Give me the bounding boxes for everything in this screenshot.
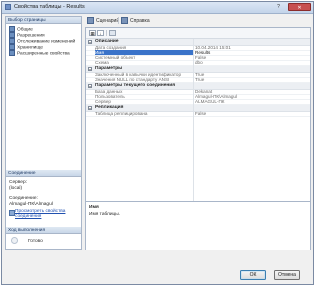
toolbar-divider (118, 17, 119, 24)
properties-dialog: Свойства таблицы - Results ? ✕ Выбор стр… (1, 1, 314, 285)
script-button[interactable]: Сценарий ▼ (87, 17, 125, 25)
title-bar[interactable]: Свойства таблицы - Results ? ✕ (2, 2, 313, 14)
sidebar-item-extended-properties[interactable]: Расширенные свойства (9, 50, 70, 56)
connection-label: Соединение: (9, 196, 38, 201)
cancel-button[interactable]: Отмена (274, 270, 300, 280)
property-pages-icon[interactable] (109, 30, 116, 36)
table-icon (5, 4, 11, 10)
grid-toolbar-divider (106, 30, 107, 36)
description-panel: Имя Имя таблицы. (86, 201, 310, 250)
window-title: Свойства таблицы - Results (14, 4, 85, 10)
server-value: (local) (9, 186, 23, 191)
view-connection-properties-link-line2[interactable]: соединения (15, 214, 41, 219)
sidebar-item-general[interactable]: Общие (9, 26, 33, 32)
progress-indicator-icon (11, 237, 18, 244)
property-row[interactable]: Таблица реплицирована False (86, 111, 310, 117)
help-book-icon (121, 17, 128, 24)
sidebar-item-permissions[interactable]: Разрешения (9, 32, 45, 38)
categorized-view-icon[interactable]: ▦ (89, 30, 96, 36)
progress-status: Готово (28, 239, 43, 244)
page-select-header: Выбор страницы (6, 17, 81, 24)
description-title: Имя (89, 205, 99, 210)
toolbar: Сценарий ▼ Справка (85, 16, 311, 25)
alphabetical-sort-icon[interactable]: ↓ (97, 30, 104, 36)
description-text: Имя таблицы. (89, 212, 121, 217)
page-icon (9, 50, 15, 56)
property-grid: ▦ ↓ − Описание Дата создания 10.04.2014 15… (85, 27, 311, 250)
collapse-icon[interactable]: − (88, 84, 92, 89)
property-list: − Описание Дата создания 10.04.2014 15:01 … (86, 39, 310, 201)
script-icon (87, 17, 94, 24)
grid-toolbar: ▦ ↓ (86, 28, 310, 39)
help-button[interactable]: Справка (121, 17, 150, 25)
sidebar-item-storage[interactable]: Хранилище (9, 44, 43, 50)
close-icon[interactable]: ✕ (288, 3, 311, 11)
collapse-icon[interactable]: − (88, 106, 92, 111)
left-pane: Выбор страницы Общие Разрешения Отслежив… (5, 16, 82, 250)
server-label: Сервер: (9, 180, 27, 185)
connection-value: Almagul-ПК\Almagul (9, 202, 53, 207)
connection-header: Соединение (6, 170, 81, 177)
sidebar-item-change-tracking[interactable]: Отслеживание изменений (9, 38, 75, 44)
column-splitter[interactable] (193, 39, 194, 201)
help-icon[interactable]: ? (271, 3, 286, 11)
collapse-icon[interactable]: − (88, 40, 92, 45)
ok-button[interactable]: ОК (240, 270, 266, 280)
progress-header: Ход выполнения (6, 227, 81, 234)
collapse-icon[interactable]: − (88, 67, 92, 72)
